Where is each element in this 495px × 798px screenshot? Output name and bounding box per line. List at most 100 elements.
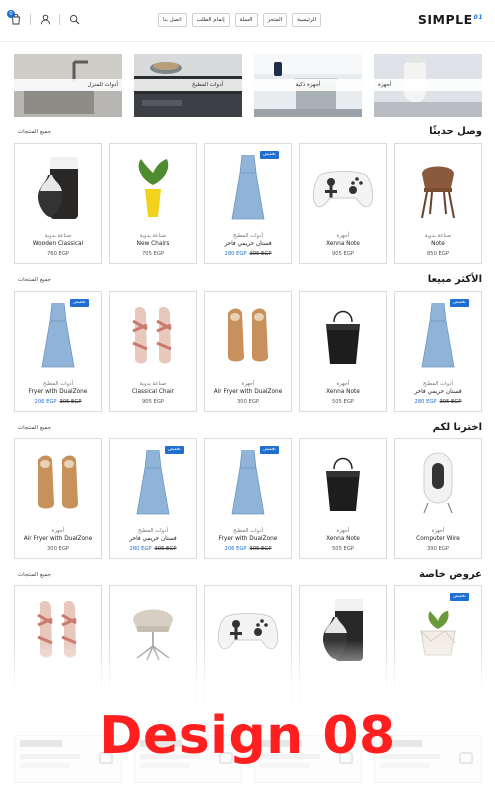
banner-home-tools[interactable]: أدوات للمنزل xyxy=(14,54,122,117)
cart-icon[interactable]: 0 xyxy=(7,10,22,25)
main-nav: الرئيسية المتجر السلة إتمام الطلب اتصل ب… xyxy=(158,13,322,27)
search-icon[interactable] xyxy=(68,13,80,25)
product-name[interactable]: Xenna Note xyxy=(300,241,386,247)
product-category: أجهزة xyxy=(431,528,445,534)
product-card[interactable]: تخفيض أدوات المطبخ Fryer with DualZone 2… xyxy=(204,438,292,559)
product-card[interactable]: تخفيض أدوات المطبخ فستان حريمي فاخر 280 … xyxy=(394,291,482,412)
price-current: 280 EGP xyxy=(224,251,247,257)
section-header: عروض خاصة جميع المنتجات xyxy=(14,569,482,585)
product-category: أجهزة xyxy=(336,381,350,387)
product-name[interactable]: فستان حريمي فاخر xyxy=(110,536,196,542)
sandals-image xyxy=(132,306,172,364)
nav-checkout[interactable]: إتمام الطلب xyxy=(191,13,230,27)
product-card[interactable]: أجهزة Xenna Note 505 EGP xyxy=(299,291,387,412)
header-divider xyxy=(59,13,60,25)
price-old: 305 EGP xyxy=(439,399,462,405)
price-current: 300 EGP xyxy=(47,546,69,552)
banner-devices[interactable]: أجهزة xyxy=(374,54,482,117)
section-header: اخترنا لكم جميع المنتجات xyxy=(14,422,482,438)
site-logo[interactable]: SIMPLE01 xyxy=(418,12,483,27)
product-price: 905 EGP xyxy=(300,251,386,257)
product-name[interactable]: فستان حريمي فاخر xyxy=(395,389,481,395)
product-category: أجهزة xyxy=(241,381,255,387)
product-card[interactable]: صناعة يدوية Wooden Classical 760 EGP xyxy=(14,143,102,264)
price-current: 206 EGP xyxy=(224,546,247,552)
product-image xyxy=(209,296,287,374)
loafers-image xyxy=(228,308,268,362)
bucket-bag-image xyxy=(326,457,360,511)
nav-home[interactable]: الرئيسية xyxy=(292,13,322,27)
price-current: 850 EGP xyxy=(427,251,449,257)
product-card[interactable]: أجهزة Computer Wire 390 EGP xyxy=(394,438,482,559)
price-current: 705 EGP xyxy=(142,251,164,257)
product-price: 850 EGP xyxy=(395,251,481,257)
product-card[interactable]: تخفيض أدوات المطبخ فستان حريمي فاخر 280 … xyxy=(109,438,197,559)
product-name[interactable]: Computer Wire xyxy=(395,536,481,542)
dress-image xyxy=(231,449,265,515)
product-card[interactable]: أجهزة Air Fryer with DualZone 300 EGP xyxy=(14,438,102,559)
section-title: عروض خاصة xyxy=(419,569,482,580)
product-image xyxy=(19,148,97,226)
section-title: اخترنا لكم xyxy=(432,422,482,433)
nav-cart[interactable]: السلة xyxy=(234,13,258,27)
nav-contact[interactable]: اتصل بنا xyxy=(158,13,187,27)
price-current: 505 EGP xyxy=(332,546,354,552)
all-products-link[interactable]: جميع المنتجات xyxy=(18,129,51,135)
site-header: 0 الرئيسية المتجر السلة إتمام الطلب اتصل… xyxy=(0,0,495,42)
banner-label: أدوات المطبخ xyxy=(134,79,242,91)
dress-image xyxy=(231,154,265,220)
product-name[interactable]: Classical Chair xyxy=(110,389,196,395)
section-header: وصل حديثًا جميع المنتجات xyxy=(14,126,482,142)
product-name[interactable]: Note xyxy=(395,241,481,247)
product-card[interactable]: تخفيض أدوات المطبخ فستان حريمي فاخر 280 … xyxy=(204,143,292,264)
banner-kitchen-tools[interactable]: أدوات المطبخ xyxy=(134,54,242,117)
all-products-link[interactable]: جميع المنتجات xyxy=(18,277,51,283)
potted-plant-image xyxy=(138,159,169,217)
product-name[interactable]: Air Fryer with DualZone xyxy=(205,389,291,395)
product-image xyxy=(304,148,382,226)
product-name[interactable]: Fryer with DualZone xyxy=(15,389,101,395)
price-current: 505 EGP xyxy=(332,399,354,405)
product-category: أدوات المطبخ xyxy=(232,528,264,534)
nav-shop[interactable]: المتجر xyxy=(262,13,288,27)
product-image xyxy=(114,148,192,226)
product-price: 280 EGP 305 EGP xyxy=(395,399,481,405)
product-name[interactable]: Air Fryer with DualZone xyxy=(15,536,101,542)
bucket-bag-image xyxy=(326,310,360,364)
product-category: أدوات المطبخ xyxy=(137,528,169,534)
product-card[interactable]: أجهزة Xenna Note 905 EGP xyxy=(299,143,387,264)
header-icons: 0 xyxy=(7,10,80,25)
all-products-link[interactable]: جميع المنتجات xyxy=(18,572,51,578)
product-price: 505 EGP xyxy=(300,399,386,405)
product-card[interactable]: صناعة يدوية New Chairs 705 EGP xyxy=(109,143,197,264)
product-category: صناعة يدوية xyxy=(44,233,72,239)
product-price: 280 EGP 305 EGP xyxy=(205,251,291,257)
section-title: وصل حديثًا xyxy=(429,126,482,137)
product-name[interactable]: فستان حريمي فاخر xyxy=(205,241,291,247)
dress-image xyxy=(41,302,75,368)
sale-badge: تخفيض xyxy=(165,446,184,454)
product-name[interactable]: Fryer with DualZone xyxy=(205,536,291,542)
product-name[interactable]: Xenna Note xyxy=(300,389,386,395)
all-products-link[interactable]: جميع المنتجات xyxy=(18,425,51,431)
section-header: الأكثر مبيعا جميع المنتجات xyxy=(14,274,482,290)
product-name[interactable]: New Chairs xyxy=(110,241,196,247)
product-image xyxy=(399,296,477,374)
banner-smart-devices[interactable]: أجهزة ذكية xyxy=(254,54,362,117)
product-card[interactable]: صناعة يدوية Classical Chair 905 EGP xyxy=(109,291,197,412)
product-card[interactable]: أجهزة Xenna Note 505 EGP xyxy=(299,438,387,559)
product-name[interactable]: Xenna Note xyxy=(300,536,386,542)
product-price: 300 EGP xyxy=(15,546,101,552)
product-name[interactable]: Wooden Classical xyxy=(15,241,101,247)
product-card[interactable]: تخفيض أدوات المطبخ Fryer with DualZone 2… xyxy=(14,291,102,412)
product-card[interactable]: أجهزة Air Fryer with DualZone 300 EGP xyxy=(204,291,292,412)
product-category: صناعة يدوية xyxy=(424,233,452,239)
product-image xyxy=(304,443,382,521)
product-image xyxy=(114,296,192,374)
product-image xyxy=(304,296,382,374)
product-card[interactable]: صناعة يدوية Note 850 EGP xyxy=(394,143,482,264)
product-price: 300 EGP xyxy=(205,399,291,405)
product-category: أدوات المطبخ xyxy=(232,233,264,239)
user-icon[interactable] xyxy=(39,13,51,25)
product-category: أدوات المطبخ xyxy=(42,381,74,387)
